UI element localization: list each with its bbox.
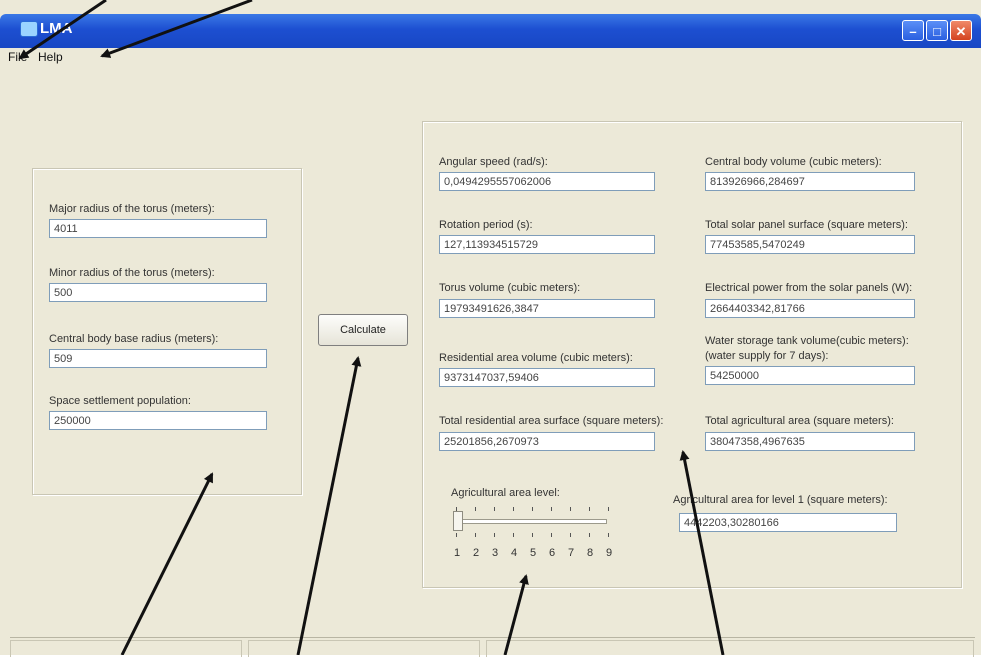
arrow-to-help-menu (100, 0, 253, 58)
annotation-arrows (18, 0, 725, 655)
arrow-to-file-menu (18, 0, 107, 60)
arrow-to-slider (503, 574, 529, 655)
arrow-to-results (679, 450, 725, 655)
arrow-to-calculate-button (296, 356, 362, 655)
arrow-to-input-group (120, 472, 214, 655)
